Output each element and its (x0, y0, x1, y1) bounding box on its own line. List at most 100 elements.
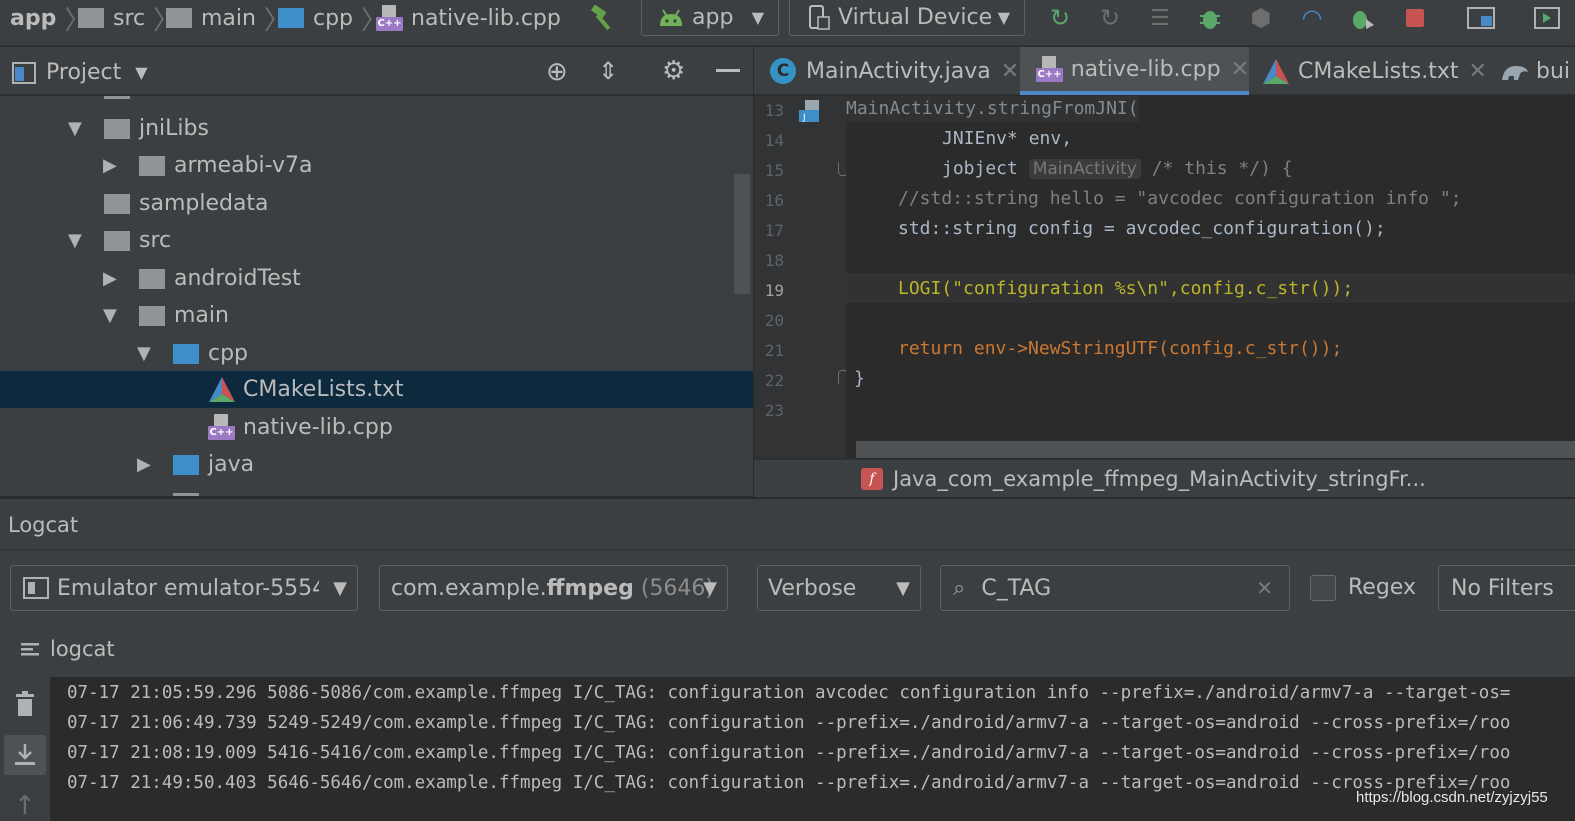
close-icon[interactable]: ✕ (1231, 57, 1249, 82)
build-hammer-icon[interactable] (588, 4, 618, 32)
tree-item-androidtest[interactable]: ▶ androidTest (0, 260, 753, 297)
chevron-down-icon: ▼ (703, 578, 717, 599)
tab-build-gradle[interactable]: bui (1500, 47, 1570, 95)
scroll-to-end-icon (15, 744, 35, 765)
tab-cmakelists[interactable]: CMakeLists.txt ✕ (1262, 47, 1487, 95)
folder-icon (139, 269, 165, 289)
attach-debug-bug-icon[interactable] (1347, 4, 1377, 32)
tree-item-java[interactable]: ▶ java (0, 446, 753, 483)
list-icon[interactable]: ☰ (1145, 4, 1175, 32)
phone-device-icon (809, 4, 830, 30)
minimize-icon[interactable] (716, 69, 740, 72)
java-navigation-gutter-icon[interactable]: J (797, 98, 823, 124)
tree-item-partial[interactable]: ▶ (0, 484, 753, 496)
line-number: 16 (764, 191, 784, 210)
tree-item-label: src (139, 228, 172, 253)
chevron-down-icon: ▼ (68, 230, 82, 251)
log-level-label: Verbose (768, 575, 857, 601)
locate-crosshair-icon[interactable]: ⊕ (546, 57, 568, 87)
apply-changes-restart-icon[interactable]: ↻ (1045, 4, 1075, 32)
horizontal-scrollbar[interactable] (856, 441, 1575, 458)
navigation-bar: app 〉 src 〉 main 〉 cpp 〉 C++ native-lib.… (0, 0, 1575, 46)
tree-item-label: jniLibs (139, 116, 209, 141)
code-editor[interactable]: MainActivity.stringFromJNI( JNIEnv* env,… (846, 96, 1575, 458)
chevron-down-icon: ▼ (751, 8, 764, 27)
tree-item-label: java (208, 452, 255, 477)
run-config-select[interactable]: app ▼ (641, 0, 779, 36)
breadcrumb-src[interactable]: src 〉 (78, 0, 179, 36)
device-combo[interactable]: Emulator emulator-5554 A ▼ (10, 565, 358, 611)
folder-blue-icon (173, 344, 199, 364)
tree-scrollbar[interactable] (734, 174, 750, 294)
tab-label: bui (1536, 58, 1571, 84)
close-icon[interactable]: ✕ (1469, 59, 1487, 84)
tree-item-cpp[interactable]: ▼ cpp (0, 335, 753, 372)
tab-mainactivity-java[interactable]: C MainActivity.java ✕ (770, 47, 1019, 95)
project-tree: ▼ includes ▼ jniLibs ▶ armeabi-v7a sampl… (0, 96, 753, 496)
tree-item-jnilibs[interactable]: ▼ jniLibs (0, 110, 753, 147)
breadcrumb-native-lib[interactable]: C++ native-lib.cpp (376, 0, 561, 36)
log-output[interactable]: 07-17 21:05:59.296 5086-5086/com.example… (50, 677, 1575, 821)
trash-icon[interactable] (14, 691, 36, 717)
line-number: 13 (764, 101, 784, 120)
tree-item-cmakelists[interactable]: CMakeLists.txt (0, 371, 753, 408)
device-combo-label: Emulator emulator-5554 A (57, 575, 319, 601)
log-level-combo[interactable]: Verbose ▼ (757, 565, 921, 611)
regex-checkbox[interactable] (1310, 575, 1336, 601)
log-line: 07-17 21:05:59.296 5086-5086/com.example… (67, 683, 1511, 703)
breadcrumb-label: main (201, 5, 256, 31)
cpp-file-icon: C++ (208, 414, 236, 440)
line-number: 23 (764, 401, 784, 420)
tab-native-lib-cpp[interactable]: C++ native-lib.cpp ✕ (1020, 47, 1249, 95)
filter-label: No Filters (1451, 575, 1554, 601)
stop-icon[interactable] (1400, 4, 1430, 32)
emulator-icon (23, 577, 49, 599)
up-arrow-icon[interactable]: ↑ (14, 791, 36, 821)
search-input[interactable]: ⌕ C_TAG ✕ (940, 565, 1290, 611)
code-line-16: //std::string hello = "avcodec configura… (898, 188, 1462, 209)
scroll-to-end-button[interactable] (4, 735, 46, 775)
tree-item-label: includes (139, 96, 230, 101)
search-value: C_TAG (981, 575, 1052, 601)
filter-combo[interactable]: No Filters (1438, 565, 1575, 611)
collapse-all-icon[interactable]: ⇕ (598, 57, 618, 85)
function-icon: f (861, 467, 883, 490)
apply-code-changes-icon[interactable]: ↻ (1095, 4, 1125, 32)
line-number: 14 (764, 131, 784, 150)
tree-item-label: androidTest (174, 266, 301, 291)
chevron-down-icon: ▼ (137, 343, 151, 364)
tree-item-src[interactable]: ▼ src (0, 222, 753, 259)
java-class-icon: C (770, 58, 796, 84)
breadcrumb-main[interactable]: main 〉 (166, 0, 290, 36)
tree-item-native-lib[interactable]: C++ native-lib.cpp (0, 409, 753, 446)
tree-item-includes[interactable]: ▼ includes (0, 96, 753, 107)
editor-breadcrumb[interactable]: f Java_com_example_ffmpeg_MainActivity_s… (754, 459, 1575, 497)
tree-item-main[interactable]: ▼ main (0, 297, 753, 334)
chevron-right-icon: ▶ (103, 268, 117, 289)
code-text: MainActivity.stringFromJNI( (846, 98, 1139, 119)
log-line: 07-17 21:49:50.403 5646-5646/com.example… (67, 773, 1511, 793)
breadcrumb-label: cpp (313, 5, 354, 31)
tree-item-label: cpp (208, 341, 249, 366)
attach-debugger-icon[interactable]: ⬢ (1246, 4, 1276, 32)
breadcrumb-cpp[interactable]: cpp 〉 (278, 0, 387, 36)
chevron-down-icon: ▼ (997, 8, 1010, 27)
clear-icon[interactable]: ✕ (1256, 576, 1273, 600)
process-package-bold: ffmpeg (546, 575, 634, 601)
code-line-14: JNIEnv* env, (942, 128, 1073, 149)
project-view-select[interactable]: Project ▼ (12, 60, 148, 85)
project-structure-icon[interactable] (1466, 4, 1496, 32)
debug-bug-icon[interactable] (1195, 4, 1225, 32)
process-combo[interactable]: com.example. ffmpeg (5646) ▼ (379, 565, 728, 611)
tree-item-sampledata[interactable]: sampledata (0, 185, 753, 222)
run-anything-icon[interactable] (1532, 4, 1562, 32)
cmake-icon (209, 377, 235, 402)
gear-icon[interactable]: ⚙ (662, 56, 685, 86)
code-comment: /* this */) { (1151, 158, 1293, 179)
profiler-gauge-icon[interactable]: ◠ (1297, 4, 1327, 32)
device-select[interactable]: Virtual Device ▼ (789, 0, 1025, 36)
line-number: 17 (764, 221, 784, 240)
logcat-panel: Logcat Emulator emulator-5554 A ▼ com.ex… (0, 498, 1575, 821)
close-icon[interactable]: ✕ (1001, 59, 1019, 84)
tree-item-armeabi-v7a[interactable]: ▶ armeabi-v7a (0, 147, 753, 184)
